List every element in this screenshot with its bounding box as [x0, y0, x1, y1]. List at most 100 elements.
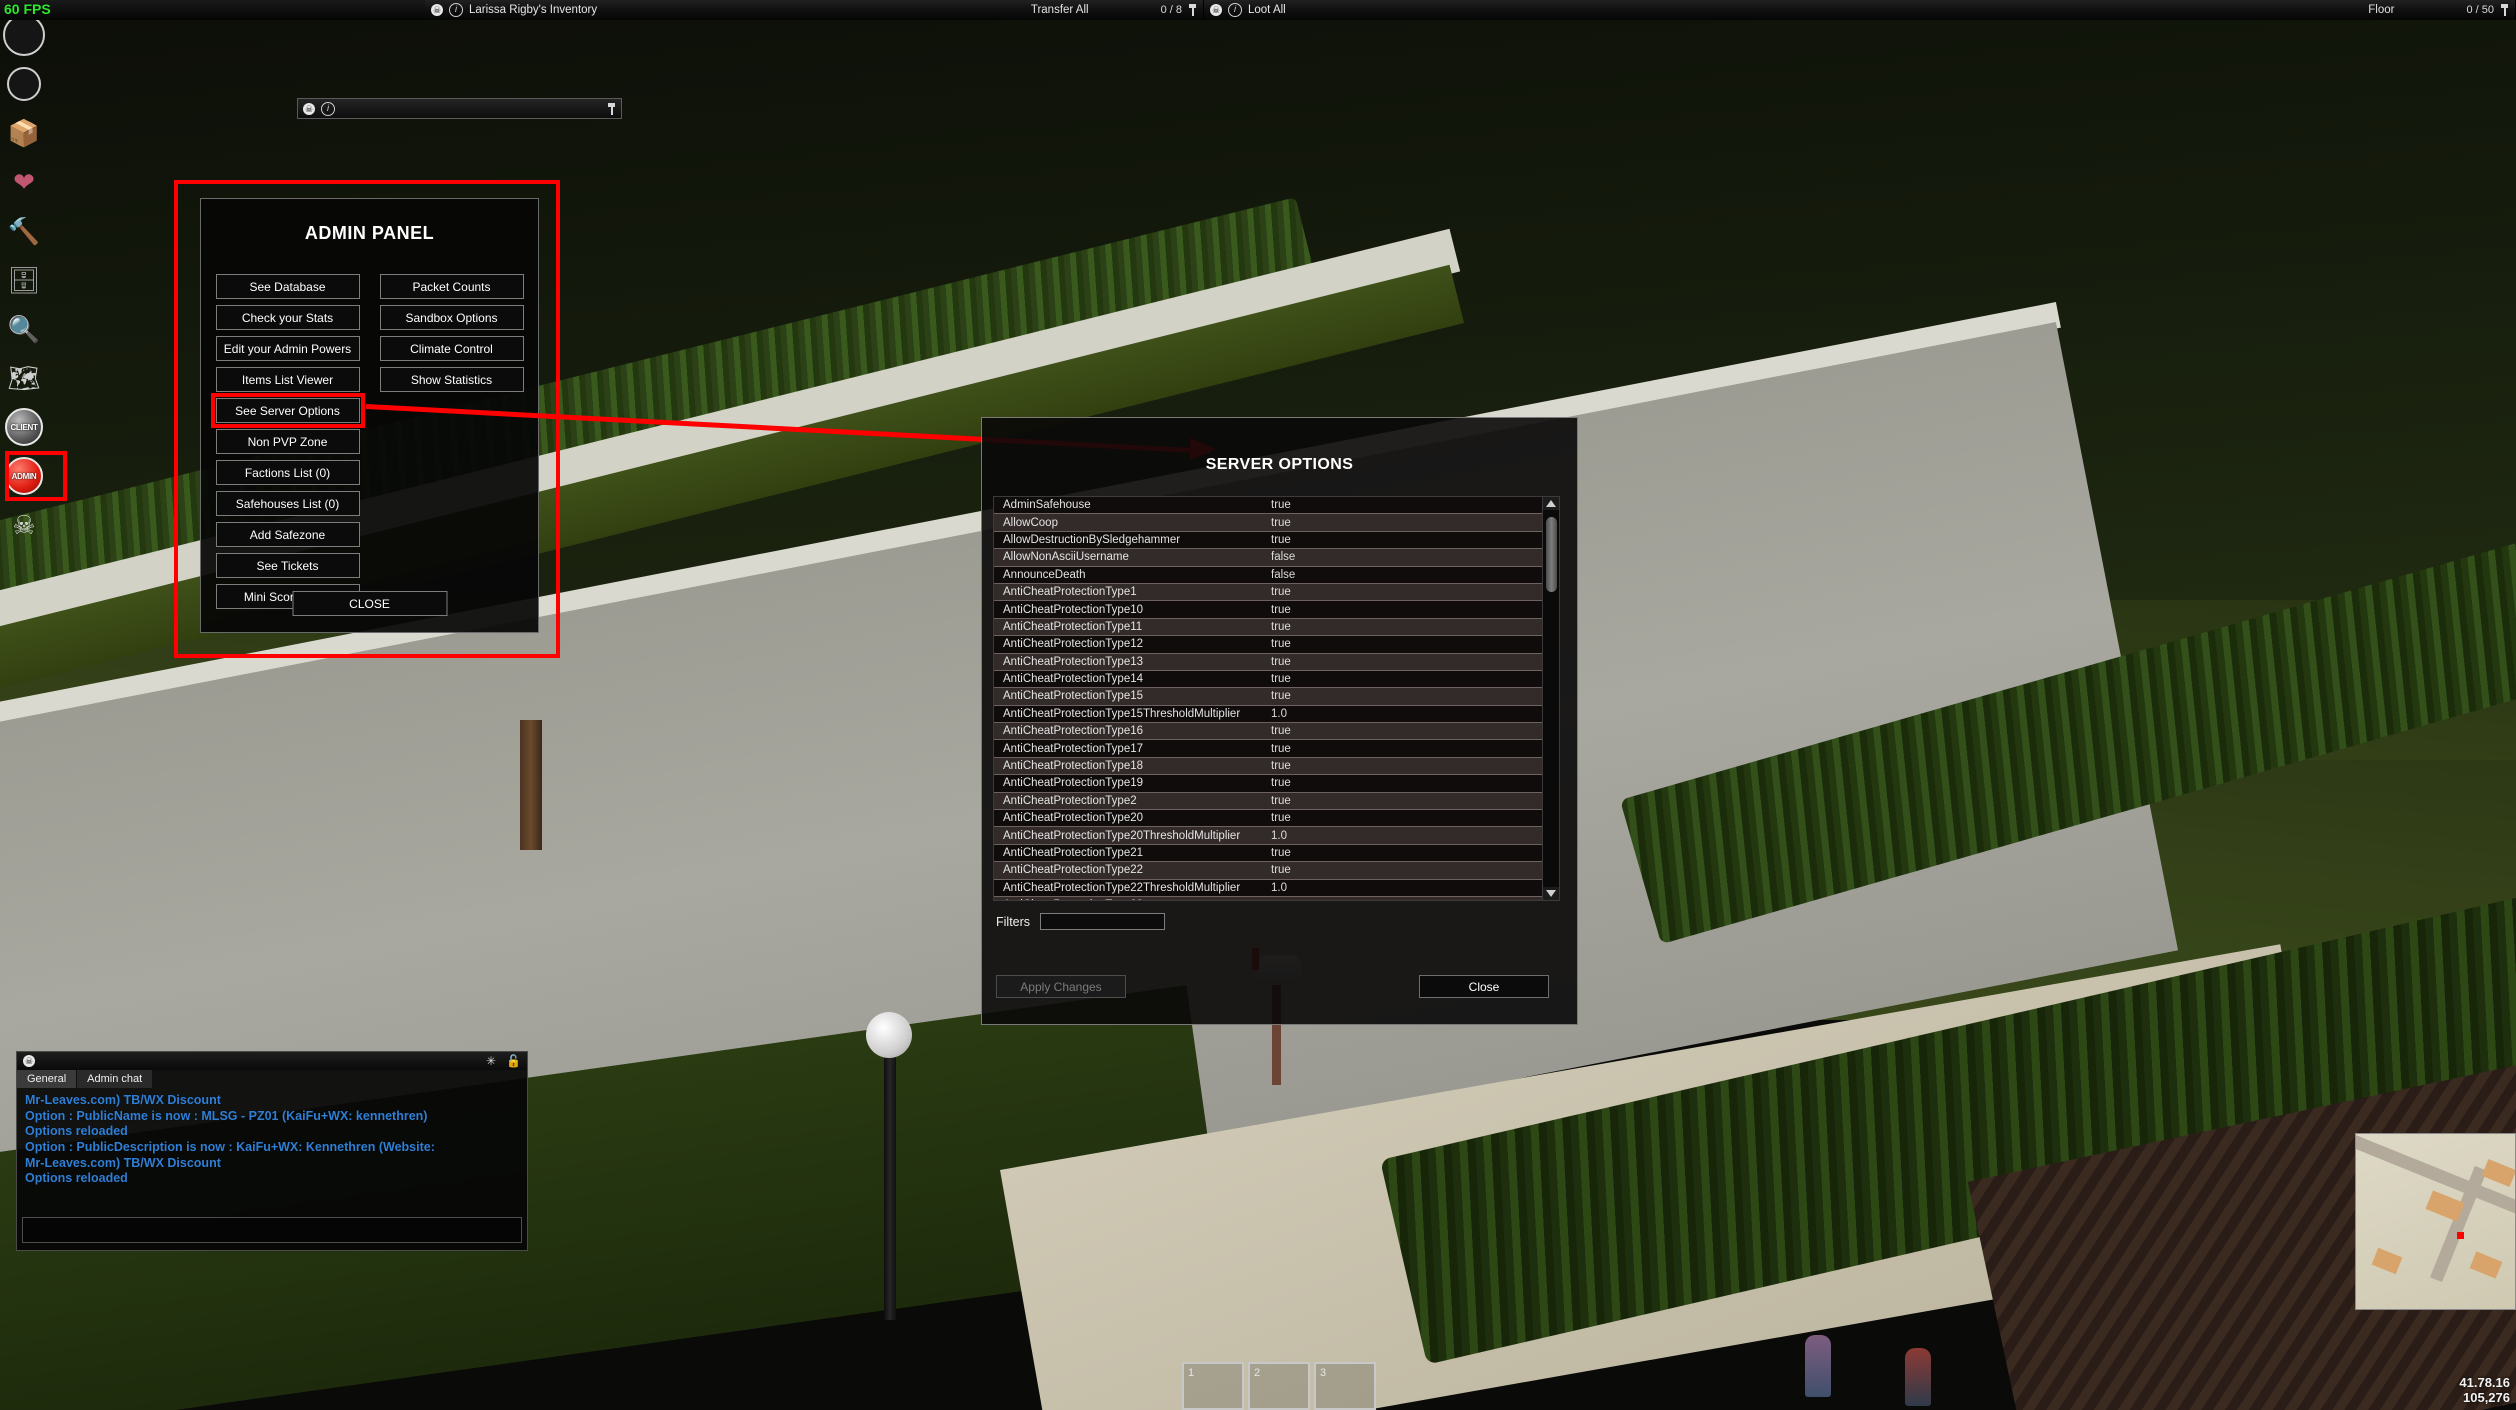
sandbox-options-button[interactable]: Sandbox Options — [379, 305, 524, 330]
packet-counts-button[interactable]: Packet Counts — [379, 274, 524, 299]
server-option-value[interactable]: true — [1271, 864, 1291, 876]
server-option-value[interactable]: true — [1271, 656, 1291, 668]
server-option-value[interactable]: true — [1271, 847, 1291, 859]
server-option-value[interactable]: true — [1271, 899, 1291, 900]
server-option-row[interactable]: AntiCheatProtectionType22 true — [994, 862, 1542, 880]
server-option-row[interactable]: AntiCheatProtectionType20 true — [994, 810, 1542, 828]
hotbar-slot[interactable]: 2 — [1248, 1362, 1310, 1410]
sidebar-item-circle-small[interactable] — [3, 63, 45, 105]
server-option-row[interactable]: AntiCheatProtectionType16 true — [994, 723, 1542, 741]
world-zombie[interactable] — [1905, 1348, 1931, 1406]
sidebar-item-health-circle[interactable] — [3, 14, 45, 56]
server-option-row[interactable]: AntiCheatProtectionType11 true — [994, 618, 1542, 637]
server-options-close-button[interactable]: Close — [1419, 975, 1549, 998]
server-option-row[interactable]: AntiCheatProtectionType17 true — [994, 740, 1542, 758]
sidebar-item-inventory[interactable]: 📦 — [3, 112, 45, 154]
loot-all-button[interactable]: Loot All — [1248, 4, 1286, 16]
server-option-row[interactable]: AdminSafehouse true — [994, 497, 1542, 515]
pin-icon[interactable] — [2500, 4, 2509, 16]
server-option-row[interactable]: AntiCheatProtectionType13 true — [994, 653, 1542, 671]
info-icon[interactable]: i — [321, 101, 335, 116]
factions-list-button[interactable]: Factions List (0) — [215, 460, 360, 485]
server-option-value[interactable]: 1.0 — [1271, 830, 1287, 842]
server-option-value[interactable]: true — [1271, 638, 1291, 650]
server-option-value[interactable]: true — [1271, 690, 1291, 702]
chat-titlebar[interactable]: ☠ ✳ 🔓 — [17, 1052, 527, 1070]
see-database-button[interactable]: See Database — [215, 274, 360, 299]
show-statistics-button[interactable]: Show Statistics — [379, 367, 524, 392]
scrollbar-thumb[interactable] — [1546, 517, 1557, 592]
server-option-row[interactable]: AntiCheatProtectionType14 true — [994, 670, 1542, 689]
info-icon[interactable]: i — [449, 3, 463, 17]
see-server-options-button[interactable]: See Server Options — [215, 398, 360, 423]
server-option-value[interactable]: true — [1271, 517, 1291, 529]
server-option-row[interactable]: AntiCheatProtectionType18 true — [994, 757, 1542, 776]
server-option-value[interactable]: 1.0 — [1271, 882, 1287, 894]
info-icon[interactable]: i — [1228, 3, 1242, 17]
server-option-value[interactable]: true — [1271, 812, 1291, 824]
server-option-row[interactable]: AntiCheatProtectionType22ThresholdMultip… — [994, 879, 1542, 897]
server-option-row[interactable]: AntiCheatProtectionType20ThresholdMultip… — [994, 827, 1542, 845]
tab-admin-chat[interactable]: Admin chat — [77, 1070, 154, 1088]
server-option-row[interactable]: AntiCheatProtectionType19 true — [994, 775, 1542, 793]
server-option-value[interactable]: false — [1271, 551, 1295, 563]
server-option-value[interactable]: true — [1271, 725, 1291, 737]
transfer-all-button[interactable]: Transfer All — [1031, 4, 1089, 16]
floor-label[interactable]: Floor — [2368, 4, 2394, 16]
server-option-value[interactable]: true — [1271, 604, 1291, 616]
server-options-scrollbar[interactable] — [1542, 497, 1559, 900]
items-list-viewer-button[interactable]: Items List Viewer — [215, 367, 360, 392]
sidebar-item-crafting[interactable]: 🔨 — [3, 210, 45, 252]
sidebar-item-container[interactable]: 🗄 — [3, 259, 45, 301]
server-option-value[interactable]: true — [1271, 760, 1291, 772]
add-safezone-button[interactable]: Add Safezone — [215, 522, 360, 547]
server-option-row[interactable]: AntiCheatProtectionType15ThresholdMultip… — [994, 705, 1542, 724]
lock-icon[interactable]: 🔓 — [506, 1054, 521, 1068]
loot-panel-header[interactable]: ☠ i Loot All Floor 0 / 50 — [1204, 0, 2516, 20]
server-option-row[interactable]: AllowNonAsciiUsername false — [994, 549, 1542, 567]
server-option-row[interactable]: AllowCoop true — [994, 514, 1542, 532]
server-option-row[interactable]: AntiCheatProtectionType2 true — [994, 792, 1542, 811]
sidebar-item-health[interactable]: ❤ — [3, 161, 45, 203]
edit-admin-powers-button[interactable]: Edit your Admin Powers — [215, 336, 360, 361]
server-option-value[interactable]: 1.0 — [1271, 708, 1287, 720]
see-tickets-button[interactable]: See Tickets — [215, 553, 360, 578]
server-option-row[interactable]: AntiCheatProtectionType21 true — [994, 844, 1542, 863]
server-option-row[interactable]: AnnounceDeath false — [994, 566, 1542, 584]
server-option-value[interactable]: true — [1271, 795, 1291, 807]
gear-icon[interactable]: ✳ — [486, 1054, 496, 1068]
pin-icon[interactable] — [1188, 4, 1197, 16]
pin-icon[interactable] — [607, 102, 616, 115]
world-zombie[interactable] — [1805, 1335, 1831, 1397]
check-your-stats-button[interactable]: Check your Stats — [215, 305, 360, 330]
server-option-value[interactable]: true — [1271, 777, 1291, 789]
server-options-list[interactable]: AdminSafehouse true AllowCoop true AllowDest… — [994, 497, 1542, 900]
server-option-value[interactable]: false — [1271, 569, 1295, 581]
server-option-row[interactable]: AntiCheatProtectionType15 true — [994, 688, 1542, 706]
chat-input[interactable] — [22, 1217, 522, 1243]
sidebar-item-admin[interactable]: ADMIN — [3, 451, 67, 501]
sidebar-item-client[interactable]: CLIENT — [3, 406, 45, 448]
server-option-value[interactable]: true — [1271, 743, 1291, 755]
server-option-value[interactable]: true — [1271, 673, 1291, 685]
scroll-down-arrow-icon[interactable] — [1543, 887, 1559, 900]
server-option-row[interactable]: AllowDestructionBySledgehammer true — [994, 531, 1542, 550]
safehouses-list-button[interactable]: Safehouses List (0) — [215, 491, 360, 516]
sidebar-item-deaths[interactable]: ☠ — [3, 504, 45, 546]
non-pvp-zone-button[interactable]: Non PVP Zone — [215, 429, 360, 454]
server-option-value[interactable]: true — [1271, 499, 1291, 511]
floor-loot-window[interactable]: ☠ i — [297, 98, 622, 119]
sidebar-item-search[interactable]: 🔍 — [3, 308, 45, 350]
hotbar-slot[interactable]: 3 — [1314, 1362, 1376, 1410]
hotbar-slot[interactable]: 1 — [1182, 1362, 1244, 1410]
climate-control-button[interactable]: Climate Control — [379, 336, 524, 361]
inventory-panel-header[interactable]: ☠ i Larissa Rigby's Inventory Transfer A… — [425, 0, 1204, 20]
minimap[interactable] — [2355, 1133, 2516, 1310]
server-option-row[interactable]: AntiCheatProtectionType12 true — [994, 636, 1542, 654]
tab-general[interactable]: General — [17, 1070, 78, 1088]
apply-changes-button[interactable]: Apply Changes — [996, 975, 1126, 998]
admin-panel-close-button[interactable]: CLOSE — [292, 591, 447, 616]
server-option-value[interactable]: true — [1271, 586, 1291, 598]
server-option-row[interactable]: AntiCheatProtectionType23true — [994, 896, 1542, 900]
sidebar-item-map[interactable]: 🗺 — [3, 357, 45, 399]
